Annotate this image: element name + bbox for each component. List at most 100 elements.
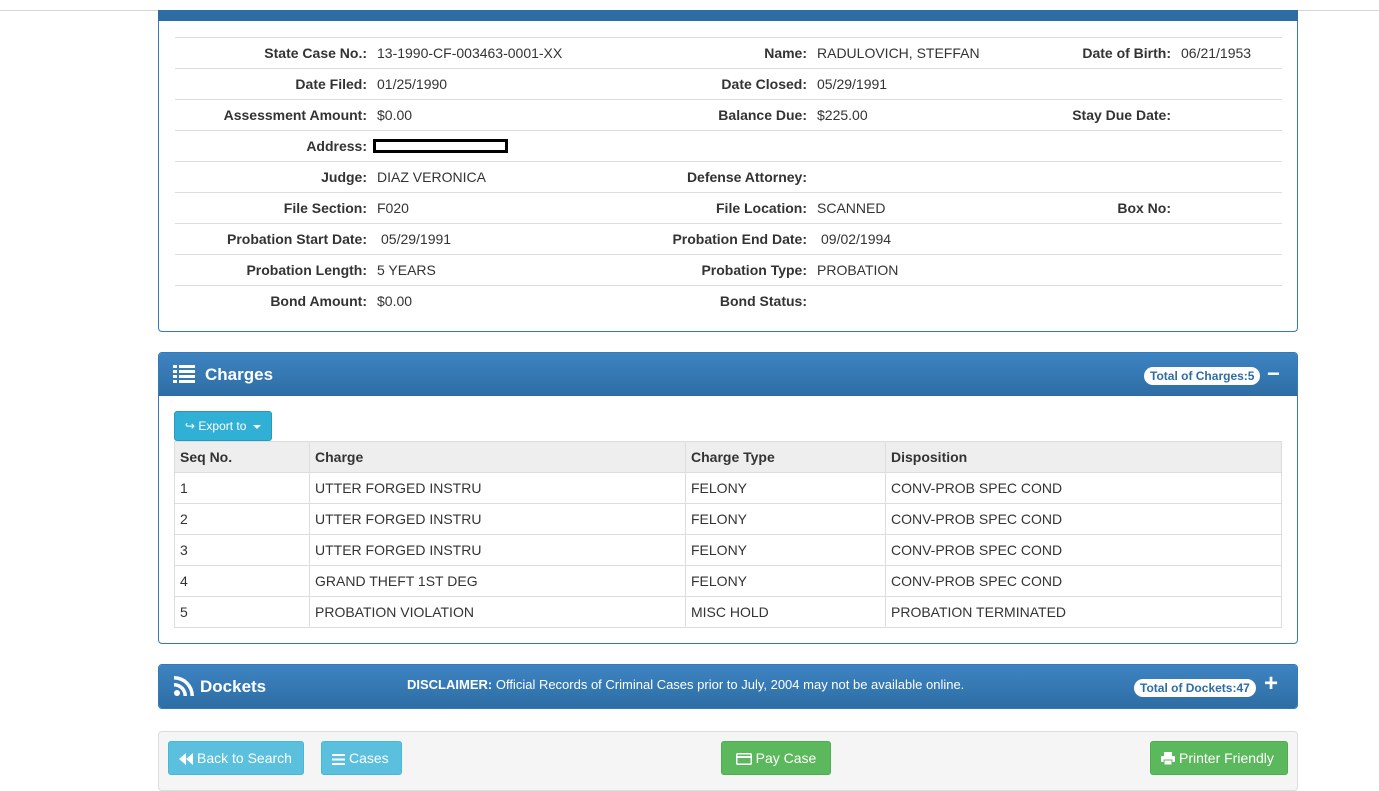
print-icon — [1161, 752, 1175, 766]
case-details-panel: State Case No.: 13-1990-CF-003463-0001-X… — [158, 10, 1298, 332]
export-button[interactable]: ↪ Export to — [174, 411, 272, 441]
date-filed-value: 01/25/1990 — [377, 76, 448, 92]
col-disposition[interactable]: Disposition — [885, 441, 1282, 473]
state-case-label: State Case No.: — [264, 45, 367, 61]
table-row: 2 UTTER FORGED INSTRU FELONY CONV-PROB S… — [174, 503, 1282, 535]
date-filed-label: Date Filed: — [295, 76, 367, 92]
charges-panel-header[interactable]: Charges Total of Charges:5 − — [159, 353, 1297, 396]
pay-case-button[interactable]: Pay Case — [721, 741, 831, 775]
collapse-charges-icon[interactable]: − — [1267, 363, 1280, 385]
box-no-label: Box No: — [1117, 200, 1171, 216]
cases-button[interactable]: Cases — [321, 741, 402, 775]
probation-type-value: PROBATION — [817, 262, 899, 278]
charge-type-cell: FELONY — [685, 503, 886, 535]
detail-row: File Section: F020 File Location: SCANNE… — [175, 192, 1282, 223]
col-seq-no[interactable]: Seq No. — [174, 441, 310, 473]
date-closed-value: 05/29/1991 — [817, 76, 888, 92]
defense-attorney-label: Defense Attorney: — [686, 169, 807, 185]
panel-header-edge — [158, 10, 1298, 21]
balance-due-value: $225.00 — [817, 107, 868, 123]
file-section-value: F020 — [377, 200, 409, 216]
file-location-value: SCANNED — [817, 200, 886, 216]
state-case-value: 13-1990-CF-003463-0001-XX — [377, 45, 563, 61]
charges-panel: Charges Total of Charges:5 − ↪ Export to… — [158, 352, 1298, 644]
probation-length-label: Probation Length: — [246, 262, 367, 278]
address-label: Address: — [306, 138, 367, 154]
charge-cell: PROBATION VIOLATION — [309, 596, 686, 628]
judge-value: DIAZ VERONICA — [377, 169, 486, 185]
stay-due-label: Stay Due Date: — [1072, 107, 1171, 123]
table-row: 5 PROBATION VIOLATION MISC HOLD PROBATIO… — [174, 596, 1282, 628]
probation-type-label: Probation Type: — [701, 262, 807, 278]
rss-icon — [174, 676, 194, 696]
dob-label: Date of Birth: — [1082, 45, 1171, 61]
caret-down-icon — [252, 424, 261, 429]
name-value: RADULOVICH, STEFFAN — [817, 45, 980, 61]
seq-cell: 2 — [174, 503, 310, 535]
dob-value: 06/21/1953 — [1181, 45, 1252, 61]
dockets-panel-header[interactable]: Dockets DISCLAIMER: Official Records of … — [159, 665, 1297, 708]
assessment-label: Assessment Amount: — [223, 107, 367, 123]
seq-cell: 4 — [174, 565, 310, 597]
detail-row: Address: — [175, 130, 1282, 161]
dockets-title: Dockets — [200, 677, 267, 696]
charge-cell: GRAND THEFT 1ST DEG — [309, 565, 686, 597]
table-header-row: Seq No. Charge Charge Type Disposition — [174, 441, 1282, 473]
export-label: Export to — [198, 419, 247, 433]
assessment-value: $0.00 — [377, 107, 413, 123]
charge-type-cell: FELONY — [685, 534, 886, 566]
detail-row: Assessment Amount: $0.00 Balance Due: $2… — [175, 99, 1282, 130]
disclaimer-label: DISCLAIMER: — [407, 677, 493, 692]
disposition-cell: CONV-PROB SPEC COND — [885, 565, 1282, 597]
probation-end-label: Probation End Date: — [672, 231, 807, 247]
expand-dockets-icon[interactable]: + — [1264, 672, 1278, 696]
disclaimer-text: Official Records of Criminal Cases prior… — [492, 677, 965, 692]
detail-row: Probation Length: 5 YEARS Probation Type… — [175, 254, 1282, 285]
detail-row: Probation Start Date: 05/29/1991 Probati… — [175, 223, 1282, 254]
dockets-total-badge: Total of Dockets:47 — [1134, 679, 1256, 697]
detail-row: Date Filed: 01/25/1990 Date Closed: 05/2… — [175, 68, 1282, 99]
col-charge[interactable]: Charge — [309, 441, 686, 473]
back-to-search-label: Back to Search — [197, 750, 292, 766]
name-label: Name: — [764, 45, 807, 61]
list-icon — [173, 365, 195, 383]
file-section-label: File Section: — [283, 200, 367, 216]
probation-length-value: 5 YEARS — [377, 262, 436, 278]
disposition-cell: CONV-PROB SPEC COND — [885, 503, 1282, 535]
file-location-label: File Location: — [716, 200, 807, 216]
dockets-panel: Dockets DISCLAIMER: Official Records of … — [158, 664, 1298, 709]
backward-icon — [179, 753, 193, 765]
bond-amount-value: $0.00 — [377, 293, 413, 309]
col-charge-type[interactable]: Charge Type — [685, 441, 886, 473]
printer-friendly-button[interactable]: Printer Friendly — [1150, 741, 1288, 775]
judge-label: Judge: — [321, 169, 367, 185]
dockets-disclaimer: DISCLAIMER: Official Records of Criminal… — [407, 665, 964, 705]
disposition-cell: PROBATION TERMINATED — [885, 596, 1282, 628]
probation-start-value: 05/29/1991 — [381, 231, 452, 247]
seq-cell: 3 — [174, 534, 310, 566]
table-row: 4 GRAND THEFT 1ST DEG FELONY CONV-PROB S… — [174, 565, 1282, 597]
probation-start-label: Probation Start Date: — [226, 231, 367, 247]
pay-case-label: Pay Case — [755, 750, 817, 766]
probation-end-value: 09/02/1994 — [821, 231, 892, 247]
table-row: 1 UTTER FORGED INSTRU FELONY CONV-PROB S… — [174, 472, 1282, 504]
export-icon: ↪ — [185, 419, 196, 433]
charge-cell: UTTER FORGED INSTRU — [309, 503, 686, 535]
charges-table: Seq No. Charge Charge Type Disposition 1… — [174, 441, 1282, 628]
charges-title: Charges — [205, 365, 274, 384]
seq-cell: 5 — [174, 596, 310, 628]
action-bar: Back to Search Cases Pay Case Printer Fr… — [158, 731, 1298, 791]
disposition-cell: CONV-PROB SPEC COND — [885, 472, 1282, 504]
charges-total-badge: Total of Charges:5 — [1144, 367, 1261, 385]
bond-amount-label: Bond Amount: — [270, 293, 367, 309]
charge-type-cell: MISC HOLD — [685, 596, 886, 628]
detail-row: Judge: DIAZ VERONICA Defense Attorney: — [175, 161, 1282, 192]
back-to-search-button[interactable]: Back to Search — [168, 741, 304, 775]
bars-icon — [332, 754, 345, 765]
bond-status-label: Bond Status: — [719, 293, 807, 309]
charge-type-cell: FELONY — [685, 472, 886, 504]
detail-row: State Case No.: 13-1990-CF-003463-0001-X… — [175, 37, 1282, 68]
charge-cell: UTTER FORGED INSTRU — [309, 472, 686, 504]
credit-card-icon — [735, 753, 752, 765]
redacted-address — [373, 139, 508, 153]
